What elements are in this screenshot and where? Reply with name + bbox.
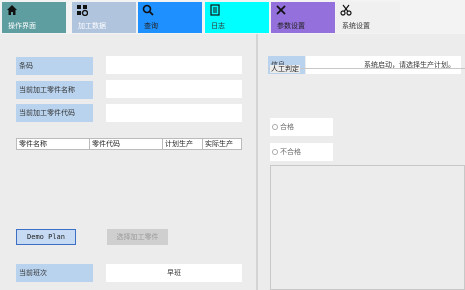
tab-query-label: 查询 bbox=[144, 22, 158, 30]
tab-operation[interactable]: 操作界面 bbox=[2, 2, 66, 33]
tab-system-settings[interactable]: 系统设置 bbox=[336, 2, 400, 33]
tab-system-settings-label: 系统设置 bbox=[342, 22, 370, 30]
select-part-button[interactable]: 选择加工零件 bbox=[107, 229, 168, 245]
tab-operation-label: 操作界面 bbox=[8, 22, 36, 30]
column-actual[interactable]: 实际生产 bbox=[203, 139, 241, 149]
demo-plan-button[interactable]: Demo Plan bbox=[16, 229, 76, 245]
log-icon bbox=[209, 4, 221, 16]
manual-judgment-title: 人工判定 bbox=[270, 65, 300, 73]
radio-circle-icon bbox=[272, 149, 278, 155]
tab-process-data-label: 加工数据 bbox=[78, 22, 106, 30]
part-code-label: 当前加工零件代码 bbox=[16, 104, 93, 122]
part-name-label: 当前加工零件名称 bbox=[16, 81, 93, 99]
tools-icon bbox=[76, 4, 89, 17]
part-code-field bbox=[106, 104, 242, 122]
barcode-field[interactable] bbox=[106, 56, 242, 74]
fail-radio[interactable]: 不合格 bbox=[270, 143, 333, 161]
toolbar: 操作界面 加工数据 查询 日志 参数设置 系统设置 bbox=[0, 0, 465, 34]
part-name-field bbox=[106, 80, 242, 98]
wrench-icon bbox=[275, 4, 287, 16]
scissors-icon bbox=[340, 4, 352, 16]
shift-label: 当前班次 bbox=[16, 264, 93, 282]
fail-radio-label: 不合格 bbox=[280, 148, 301, 156]
tab-log[interactable]: 日志 bbox=[205, 2, 269, 33]
tab-parameter-settings-label: 参数设置 bbox=[277, 22, 305, 30]
column-part-name[interactable]: 零件名称 bbox=[17, 139, 90, 149]
tab-log-label: 日志 bbox=[211, 22, 225, 30]
search-icon bbox=[142, 4, 154, 16]
tab-parameter-settings[interactable]: 参数设置 bbox=[271, 2, 335, 33]
plan-table-header[interactable]: 零件名称 零件代码 计划生产 实际生产 bbox=[16, 138, 242, 150]
judgment-content-area bbox=[270, 165, 465, 290]
column-planned[interactable]: 计划生产 bbox=[163, 139, 203, 149]
radio-circle-icon bbox=[272, 124, 278, 130]
tab-process-data[interactable]: 加工数据 bbox=[72, 2, 136, 33]
pass-radio[interactable]: 合格 bbox=[270, 118, 333, 136]
pass-radio-label: 合格 bbox=[280, 123, 294, 131]
barcode-label: 条码 bbox=[16, 57, 93, 75]
column-part-code[interactable]: 零件代码 bbox=[90, 139, 163, 149]
tab-query[interactable]: 查询 bbox=[138, 2, 202, 33]
home-icon bbox=[6, 4, 18, 16]
shift-field: 早班 bbox=[106, 264, 242, 282]
